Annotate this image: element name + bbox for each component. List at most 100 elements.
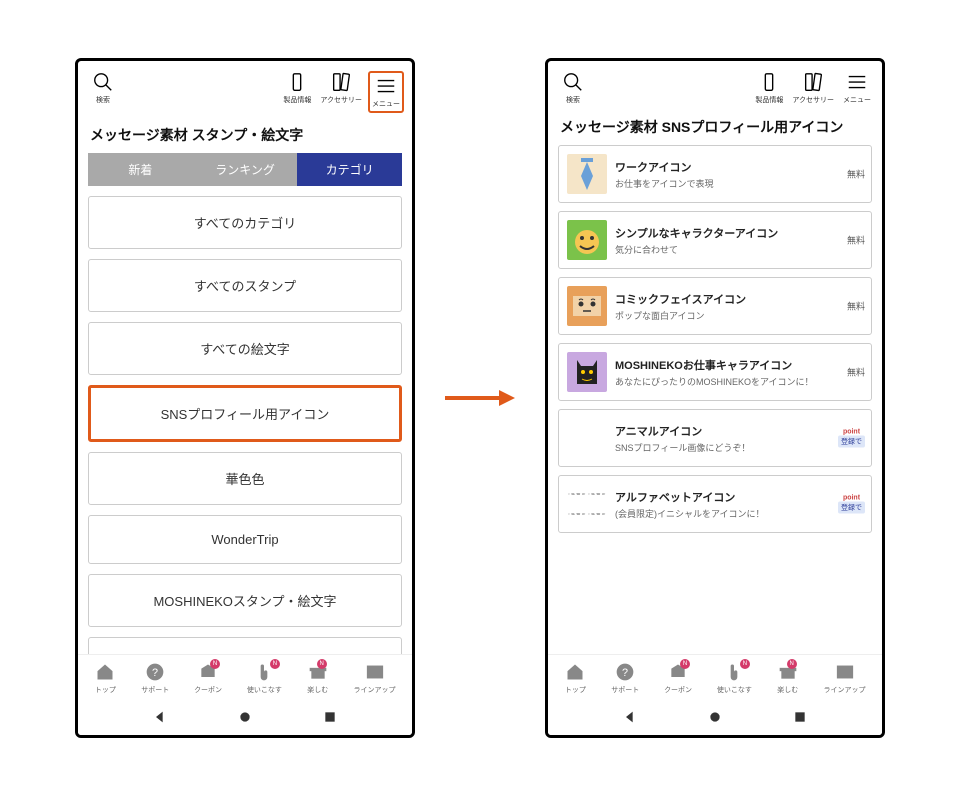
price-badge: 無料 bbox=[847, 168, 865, 181]
menu-button[interactable]: メニュー bbox=[840, 71, 874, 105]
back-icon[interactable] bbox=[152, 709, 168, 725]
recent-icon[interactable] bbox=[792, 709, 808, 725]
product-info-button[interactable]: 製品情報 bbox=[280, 71, 314, 105]
accessory-icon bbox=[802, 71, 824, 93]
nav-top[interactable]: トップ bbox=[94, 661, 116, 695]
nav-label: 使いこなす bbox=[717, 685, 752, 695]
item-subtitle: お仕事をアイコンで表現 bbox=[615, 177, 863, 190]
nav-enjoy[interactable]: N 楽しむ bbox=[777, 661, 799, 695]
item-title: ワークアイコン bbox=[615, 159, 863, 175]
item-title: アニマルアイコン bbox=[615, 423, 863, 439]
notification-dot: N bbox=[740, 659, 750, 669]
accessory-button[interactable]: アクセサリー bbox=[320, 71, 362, 105]
price-badge-point: point 登録で bbox=[838, 495, 865, 514]
price-badge: 無料 bbox=[847, 300, 865, 313]
category-item[interactable]: 華色色 bbox=[88, 452, 402, 505]
category-item[interactable]: すべてのカテゴリ bbox=[88, 196, 402, 249]
item-subtitle: 気分に合わせて bbox=[615, 243, 863, 256]
notification-dot: N bbox=[680, 659, 690, 669]
product-info-label: 製品情報 bbox=[283, 95, 311, 105]
list-item[interactable]: アルファベットアイコン (会員限定)イニシャルをアイコンに！ point 登録で bbox=[558, 475, 872, 533]
svg-text:?: ? bbox=[622, 667, 628, 679]
list-item[interactable]: シンプルなキャラクターアイコン 気分に合わせて 無料 bbox=[558, 211, 872, 269]
thumbnail-icon bbox=[567, 418, 607, 458]
bottom-nav: トップ ? サポート N クーポン N 使いこなす N 楽しむ ラインアップ bbox=[78, 654, 412, 699]
tab-category[interactable]: カテゴリ bbox=[297, 153, 402, 186]
notification-dot: N bbox=[270, 659, 280, 669]
nav-label: 楽しむ bbox=[307, 685, 328, 695]
nav-label: クーポン bbox=[194, 685, 222, 695]
accessory-button[interactable]: アクセサリー bbox=[792, 71, 834, 105]
phone-right: 検索 製品情報 アクセサリー メニュー bbox=[545, 58, 885, 738]
question-icon: ? bbox=[144, 661, 166, 683]
nav-use[interactable]: N 使いこなす bbox=[717, 661, 752, 695]
category-item[interactable]: すべての絵文字 bbox=[88, 322, 402, 375]
nav-label: サポート bbox=[611, 685, 639, 695]
nav-label: トップ bbox=[95, 685, 116, 695]
nav-support[interactable]: ? サポート bbox=[141, 661, 169, 695]
hamburger-menu-icon bbox=[375, 75, 397, 97]
search-button[interactable]: 検索 bbox=[86, 71, 120, 105]
nav-top[interactable]: トップ bbox=[564, 661, 586, 695]
category-item[interactable]: すべてのスタンプ bbox=[88, 259, 402, 312]
list-item[interactable]: ワークアイコン お仕事をアイコンで表現 無料 bbox=[558, 145, 872, 203]
nav-lineup[interactable]: ラインアップ bbox=[824, 661, 866, 695]
list-item[interactable]: コミックフェイスアイコン ポップな面白アイコン 無料 bbox=[558, 277, 872, 335]
list-item[interactable]: アニマルアイコン SNSプロフィール画像にどうぞ！ point 登録で bbox=[558, 409, 872, 467]
phone-left: 検索 製品情報 アクセサリー メニュー bbox=[75, 58, 415, 738]
item-title: コミックフェイスアイコン bbox=[615, 291, 863, 307]
search-icon bbox=[92, 71, 114, 93]
nav-coupon[interactable]: N クーポン bbox=[194, 661, 222, 695]
notification-dot: N bbox=[787, 659, 797, 669]
nav-enjoy[interactable]: N 楽しむ bbox=[307, 661, 329, 695]
category-tabs: 新着 ランキング カテゴリ bbox=[78, 153, 412, 196]
notification-dot: N bbox=[317, 659, 327, 669]
category-list: すべてのカテゴリ すべてのスタンプ すべての絵文字 SNSプロフィール用アイコン… bbox=[78, 196, 412, 654]
phone-outline-icon bbox=[758, 71, 780, 93]
nav-label: ラインアップ bbox=[354, 685, 396, 695]
nav-coupon[interactable]: N クーポン bbox=[664, 661, 692, 695]
nav-label: 使いこなす bbox=[247, 685, 282, 695]
home-circle-icon[interactable] bbox=[237, 709, 253, 725]
category-item[interactable]: WonderTrip bbox=[88, 515, 402, 564]
hamburger-menu-icon bbox=[846, 71, 868, 93]
category-item-selected[interactable]: SNSプロフィール用アイコン bbox=[88, 385, 402, 442]
notification-dot: N bbox=[210, 659, 220, 669]
lineup-icon bbox=[364, 661, 386, 683]
list-item[interactable]: MOSHINEKOお仕事キャラアイコン あなたにぴったりのMOSHINEKOをア… bbox=[558, 343, 872, 401]
nav-support[interactable]: ? サポート bbox=[611, 661, 639, 695]
home-icon bbox=[564, 661, 586, 683]
point-label: point bbox=[843, 429, 860, 436]
item-title: MOSHINEKOお仕事キャラアイコン bbox=[615, 357, 863, 373]
page-title: メッセージ素材 SNSプロフィール用アイコン bbox=[548, 109, 882, 145]
home-circle-icon[interactable] bbox=[707, 709, 723, 725]
category-item[interactable]: 子豚と子猫スタンプ bbox=[88, 637, 402, 654]
thumbnail-icon bbox=[567, 484, 607, 524]
nav-lineup[interactable]: ラインアップ bbox=[354, 661, 396, 695]
search-button[interactable]: 検索 bbox=[556, 71, 590, 105]
point-label: point bbox=[843, 495, 860, 502]
menu-button-highlighted[interactable]: メニュー bbox=[368, 71, 404, 113]
tab-new[interactable]: 新着 bbox=[88, 153, 193, 186]
item-subtitle: SNSプロフィール画像にどうぞ！ bbox=[615, 441, 863, 454]
page-title: メッセージ素材 スタンプ・絵文字 bbox=[78, 117, 412, 153]
price-badge: 無料 bbox=[847, 366, 865, 379]
recent-icon[interactable] bbox=[322, 709, 338, 725]
system-nav bbox=[78, 699, 412, 735]
bottom-nav: トップ ? サポート N クーポン N 使いこなす N 楽しむ ラインアップ bbox=[548, 654, 882, 699]
search-icon bbox=[562, 71, 584, 93]
category-item[interactable]: MOSHINEKOスタンプ・絵文字 bbox=[88, 574, 402, 627]
menu-label: メニュー bbox=[372, 99, 400, 109]
search-label: 検索 bbox=[566, 95, 580, 105]
back-icon[interactable] bbox=[622, 709, 638, 725]
tab-ranking[interactable]: ランキング bbox=[193, 153, 298, 186]
product-info-button[interactable]: 製品情報 bbox=[752, 71, 786, 105]
register-label: 登録で bbox=[838, 436, 865, 448]
thumbnail-icon bbox=[567, 352, 607, 392]
accessory-icon bbox=[330, 71, 352, 93]
nav-use[interactable]: N 使いこなす bbox=[247, 661, 282, 695]
menu-label: メニュー bbox=[843, 95, 871, 105]
phone-outline-icon bbox=[286, 71, 308, 93]
search-label: 検索 bbox=[96, 95, 110, 105]
nav-label: サポート bbox=[141, 685, 169, 695]
